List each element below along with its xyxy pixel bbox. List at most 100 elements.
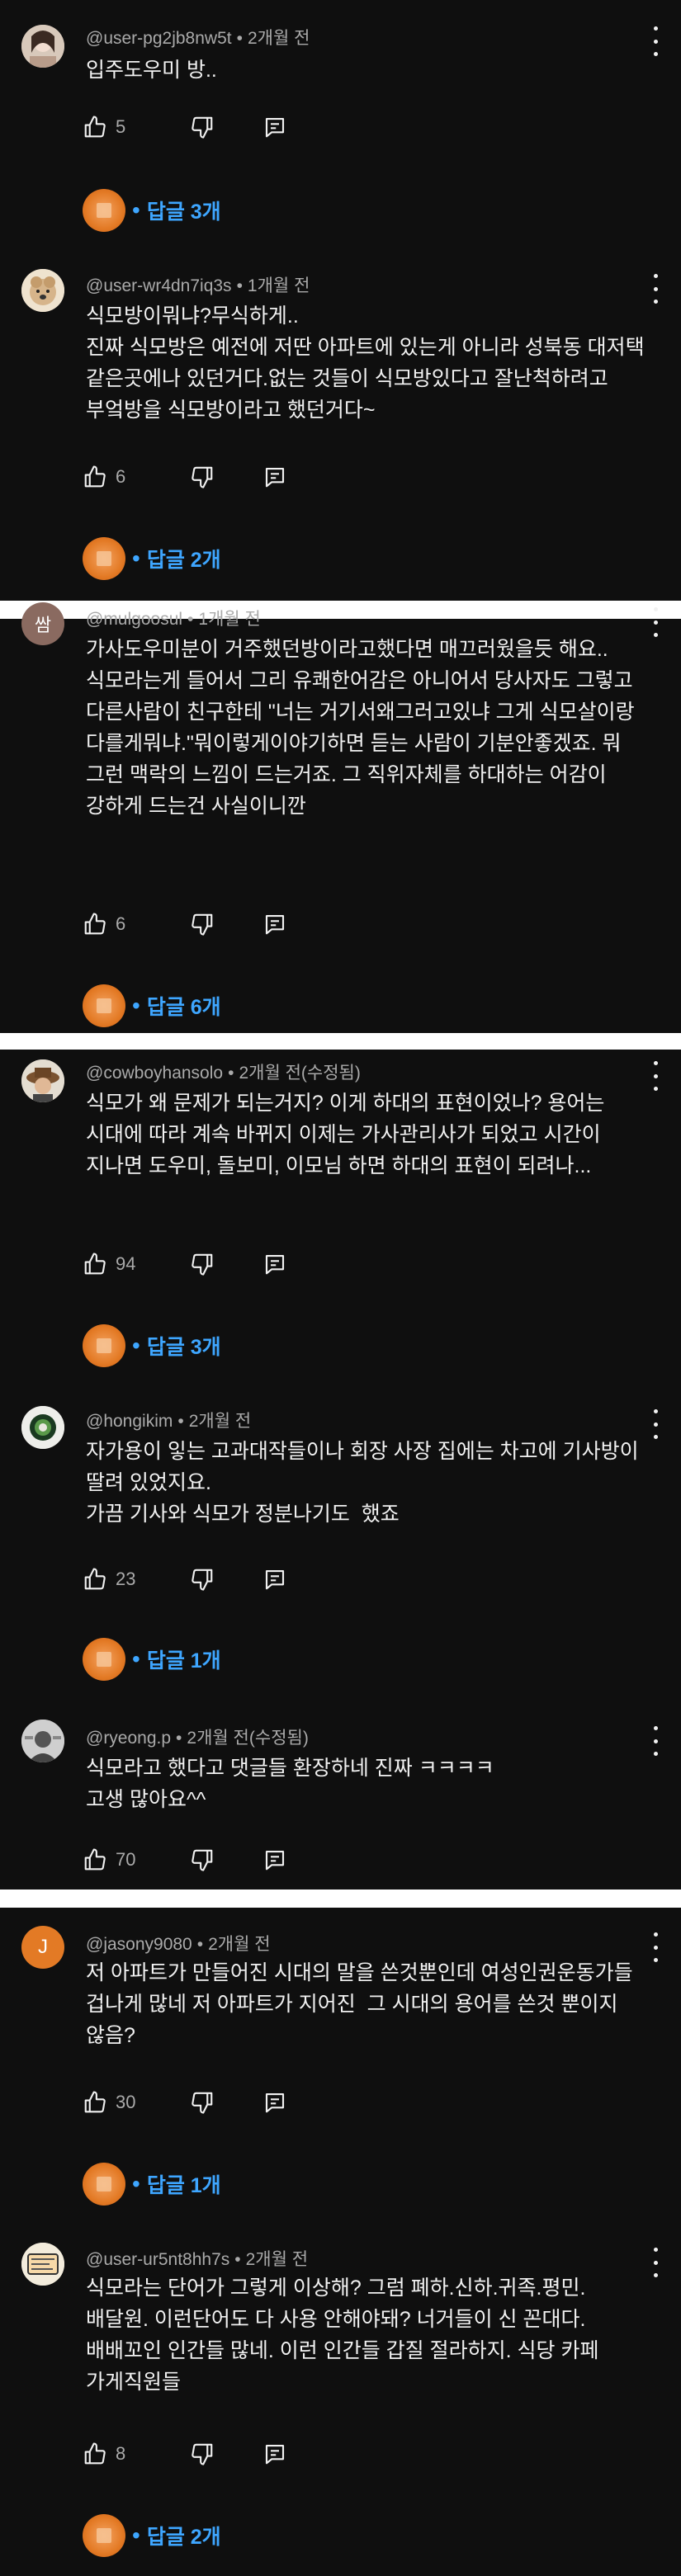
comment-meta: @mulgoosul • 1개월 전 — [86, 610, 261, 629]
thumb-up-icon[interactable] — [83, 1252, 107, 1276]
comment-time: 2개월 전 — [208, 1935, 271, 1954]
more-vert-icon[interactable] — [652, 1409, 659, 1439]
view-replies-button[interactable]: • 답글 3개 — [83, 188, 221, 233]
thumb-down-icon[interactable] — [190, 912, 215, 937]
replies-label[interactable]: 답글 1개 — [147, 1644, 221, 1674]
comment-author[interactable]: @cowboyhansolo — [86, 1064, 223, 1083]
like-count: 8 — [116, 2443, 126, 2464]
replies-label[interactable]: 답글 3개 — [147, 1331, 221, 1361]
view-replies-button[interactable]: • 답글 2개 — [83, 2513, 221, 2558]
more-vert-icon[interactable] — [652, 274, 659, 304]
comment-text: 저 아파트가 만들어진 시대의 말을 쓴것뿐인데 여성인권운동가들 겁나게 많네… — [86, 1961, 639, 2047]
reply-icon[interactable] — [262, 2442, 287, 2466]
comment-author[interactable]: @ryeong.p — [86, 1729, 171, 1748]
creator-avatar — [83, 2163, 125, 2206]
avatar[interactable] — [21, 1406, 64, 1449]
more-vert-icon[interactable] — [652, 1061, 659, 1091]
comment-time: 2개월 전(수정됨) — [187, 1729, 309, 1748]
replies-label[interactable]: 답글 6개 — [147, 991, 221, 1021]
comment-text: 가사도우미분이 거주했던방이라고했다면 매끄러웠을듯 해요.. 식모라는게 들어… — [86, 638, 641, 818]
reply-icon[interactable] — [262, 2090, 287, 2115]
thumb-down-icon[interactable] — [190, 465, 215, 489]
creator-avatar — [83, 2514, 125, 2557]
more-vert-icon[interactable] — [652, 1726, 659, 1756]
comment-meta: @user-pg2jb8nw5t • 2개월 전 — [86, 29, 310, 48]
comment-text: 식모라는 단어가 그렇게 이상해? 그럼 폐하.신하.귀족.평민. 배달원. 이… — [86, 2276, 605, 2394]
comment-actions: 70 — [83, 1845, 287, 1875]
like-count: 70 — [116, 1849, 136, 1870]
creator-avatar — [83, 984, 125, 1027]
replies-label[interactable]: 답글 1개 — [147, 2169, 221, 2199]
comment-meta: @cowboyhansolo • 2개월 전(수정됨) — [86, 1064, 361, 1083]
comment-author[interactable]: @mulgoosul — [86, 610, 182, 629]
replies-label[interactable]: 답글 2개 — [147, 2521, 221, 2550]
comment-time: 2개월 전 — [245, 2250, 309, 2269]
comment-actions: 30 — [83, 2088, 287, 2117]
avatar[interactable] — [21, 1720, 64, 1762]
avatar[interactable]: J — [21, 1926, 64, 1969]
avatar[interactable] — [21, 25, 64, 68]
reply-icon[interactable] — [262, 1252, 287, 1276]
more-vert-icon[interactable] — [652, 2248, 659, 2277]
reply-icon[interactable] — [262, 912, 287, 937]
reply-icon[interactable] — [262, 115, 287, 139]
comment-actions: 5 — [83, 112, 287, 142]
view-replies-button[interactable]: • 답글 2개 — [83, 536, 221, 581]
thumb-up-icon[interactable] — [83, 1567, 107, 1592]
comment-meta: @hongikim • 2개월 전 — [86, 1412, 252, 1431]
creator-avatar — [83, 189, 125, 232]
thumb-up-icon[interactable] — [83, 465, 107, 489]
avatar[interactable] — [21, 1059, 64, 1102]
comment-author[interactable]: @hongikim — [86, 1412, 173, 1431]
comment-actions: 6 — [83, 909, 287, 939]
creator-avatar — [83, 1324, 125, 1367]
comment-author[interactable]: @user-ur5nt8hh7s — [86, 2250, 229, 2269]
like-count: 30 — [116, 2092, 136, 2112]
like-count: 94 — [116, 1253, 136, 1274]
view-replies-button[interactable]: • 답글 1개 — [83, 2162, 221, 2206]
thumb-down-icon[interactable] — [190, 2442, 215, 2466]
comment-actions: 8 — [83, 2439, 287, 2469]
comment-text: 자가용이 잏는 고과대작들이나 회장 사장 집에는 차고에 기사방이 딸려 있었… — [86, 1440, 639, 1526]
thumb-down-icon[interactable] — [190, 1847, 215, 1872]
thumb-down-icon[interactable] — [190, 115, 215, 139]
comment-author[interactable]: @user-wr4dn7iq3s — [86, 276, 232, 295]
thumb-down-icon[interactable] — [190, 1252, 215, 1276]
creator-avatar — [83, 537, 125, 580]
comment-actions: 6 — [83, 462, 287, 492]
reply-icon[interactable] — [262, 465, 287, 489]
comment-text: 입주도우미 방.. — [86, 59, 217, 82]
like-count: 6 — [116, 913, 126, 934]
more-vert-icon[interactable] — [652, 26, 659, 56]
thumb-up-icon[interactable] — [83, 2090, 107, 2115]
like-count: 23 — [116, 1569, 136, 1589]
like-count: 5 — [116, 116, 126, 137]
thumb-up-icon[interactable] — [83, 1847, 107, 1872]
comment-author[interactable]: @jasony9080 — [86, 1935, 192, 1954]
thumb-down-icon[interactable] — [190, 1567, 215, 1592]
thumb-up-icon[interactable] — [83, 2442, 107, 2466]
avatar[interactable]: 쌈 — [21, 602, 64, 645]
thumb-up-icon[interactable] — [83, 115, 107, 139]
replies-label[interactable]: 답글 3개 — [147, 196, 221, 225]
replies-label[interactable]: 답글 2개 — [147, 544, 221, 573]
avatar[interactable] — [21, 269, 64, 312]
thumb-up-icon[interactable] — [83, 912, 107, 937]
comment-meta: @ryeong.p • 2개월 전(수정됨) — [86, 1729, 309, 1748]
view-replies-button[interactable]: • 답글 1개 — [83, 1637, 221, 1682]
comment-text: 식모가 왜 문제가 되는거지? 이게 하대의 표현이었나? 용어는 시대에 따라… — [86, 1092, 611, 1177]
reply-icon[interactable] — [262, 1567, 287, 1592]
thumb-down-icon[interactable] — [190, 2090, 215, 2115]
comment-actions: 94 — [83, 1249, 287, 1279]
more-vert-icon[interactable] — [652, 1932, 659, 1962]
comment-author[interactable]: @user-pg2jb8nw5t — [86, 29, 232, 48]
view-replies-button[interactable]: • 답글 6개 — [83, 984, 221, 1028]
comment-text: 식모라고 했다고 댓글들 환장하네 진짜 ㅋㅋㅋㅋ 고생 많아요^^ — [86, 1757, 494, 1811]
reply-icon[interactable] — [262, 1847, 287, 1872]
comment-time: 1개월 전 — [198, 610, 261, 629]
view-replies-button[interactable]: • 답글 3개 — [83, 1323, 221, 1368]
comment-meta: @jasony9080 • 2개월 전 — [86, 1935, 271, 1954]
avatar[interactable] — [21, 2243, 64, 2286]
comment-meta: @user-ur5nt8hh7s • 2개월 전 — [86, 2250, 309, 2269]
more-vert-icon[interactable] — [652, 607, 659, 637]
